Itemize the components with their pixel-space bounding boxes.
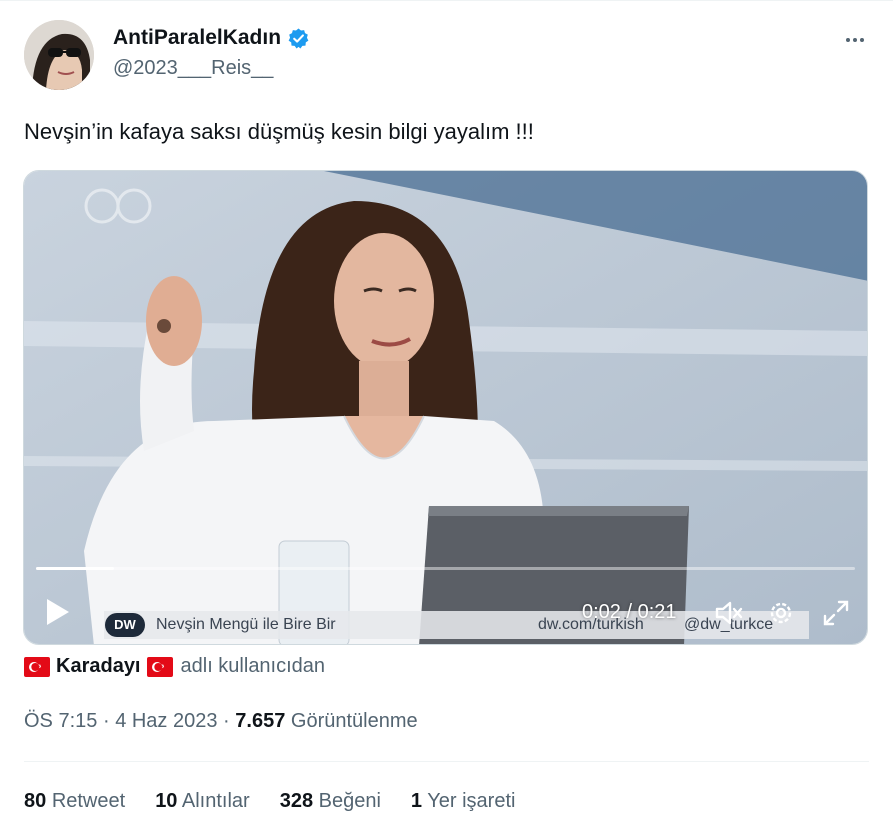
- author-handle[interactable]: @2023___Reis__: [113, 57, 273, 80]
- video-player[interactable]: Nevşin Mengü ile Bire Bir dw.com/turkish…: [23, 170, 868, 645]
- program-title: Nevşin Mengü ile Bire Bir: [156, 616, 336, 633]
- retweets-stat[interactable]: 80 Retweet: [24, 790, 125, 813]
- quotes-count: 10: [155, 790, 178, 812]
- video-progress-fill: [36, 567, 114, 570]
- tweet-time[interactable]: ÖS 7:15: [24, 710, 97, 732]
- source-username[interactable]: Karadayı: [56, 655, 141, 678]
- source-suffix: adlı kullanıcıdan: [180, 655, 326, 677]
- views-label: Görüntülenme: [290, 710, 418, 732]
- retweets-label: Retweet: [51, 790, 126, 812]
- author-name-row: AntiParalelKadın: [113, 26, 310, 50]
- likes-count: 328: [279, 790, 314, 812]
- video-progress-bar[interactable]: [36, 567, 855, 570]
- tweet-date[interactable]: 4 Haz 2023: [115, 710, 217, 732]
- quotes-stat[interactable]: 10 Alıntılar: [155, 790, 250, 813]
- top-divider: [0, 0, 893, 1]
- tweet-text: Nevşin’in kafaya saksı düşmüş kesin bilg…: [24, 119, 534, 144]
- likes-label: Beğeni: [318, 790, 381, 812]
- bookmarks-count: 1: [410, 790, 423, 812]
- video-frame: [24, 171, 867, 644]
- video-time: 0:02 / 0:21: [582, 601, 677, 623]
- more-options-icon[interactable]: [840, 30, 870, 50]
- bookmarks-label: Yer işareti: [427, 790, 516, 812]
- views-count: 7.657: [235, 710, 286, 732]
- broadcast-lower-third: Nevşin Mengü ile Bire Bir dw.com/turkish…: [104, 611, 809, 639]
- verified-badge-icon[interactable]: [287, 27, 310, 50]
- engagement-stats: 80 Retweet 10 Alıntılar 328 Beğeni 1 Yer…: [24, 790, 545, 813]
- divider: [24, 761, 869, 762]
- dw-logo: DW: [105, 613, 145, 637]
- turkey-flag-icon: [24, 656, 50, 677]
- quotes-label: Alıntılar: [181, 790, 250, 812]
- meta-separator: ·: [223, 710, 230, 732]
- avatar[interactable]: [24, 20, 94, 90]
- meta-separator: ·: [102, 710, 110, 732]
- bookmarks-stat[interactable]: 1 Yer işareti: [411, 790, 516, 813]
- volume-muted-icon[interactable]: [714, 599, 744, 627]
- play-icon[interactable]: [44, 597, 72, 627]
- retweets-count: 80: [24, 790, 47, 812]
- fullscreen-icon[interactable]: [822, 599, 850, 627]
- author-display-name[interactable]: AntiParalelKadın: [113, 26, 281, 50]
- tweet-meta: ÖS 7:15 · 4 Haz 2023 · 7.657 Görüntülenm…: [24, 710, 418, 733]
- settings-gear-icon[interactable]: [767, 599, 795, 627]
- source-attribution: Karadayı adlı kullanıcıdan: [24, 655, 325, 678]
- turkey-flag-icon: [146, 656, 173, 677]
- likes-stat[interactable]: 328 Beğeni: [280, 790, 381, 813]
